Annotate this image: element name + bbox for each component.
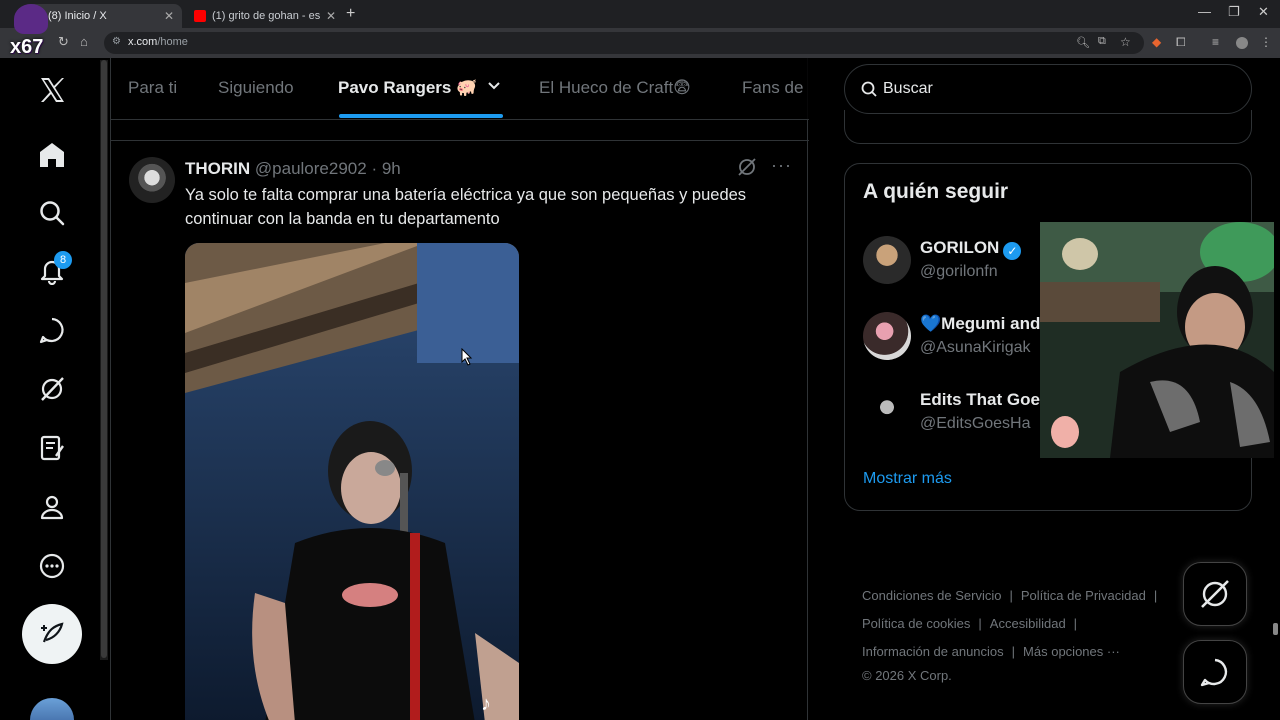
tiktok-logo-icon: ♪ bbox=[481, 693, 491, 715]
tab-close-icon[interactable]: ✕ bbox=[326, 9, 336, 23]
maximize-button[interactable]: ❐ bbox=[1228, 4, 1240, 20]
notification-count-badge: 8 bbox=[54, 251, 72, 269]
tweet-video[interactable]: ♪ bbox=[185, 243, 519, 720]
page-scrollbar[interactable] bbox=[1270, 60, 1280, 720]
home-button-icon[interactable]: ⌂ bbox=[80, 34, 88, 49]
extension-icon[interactable]: ◆ bbox=[1152, 35, 1161, 49]
reload-icon[interactable]: ↻ bbox=[58, 34, 69, 50]
copyright: © 2026 X Corp. bbox=[862, 668, 952, 683]
footer-links: Condiciones de Servicio | Política de Priv… bbox=[862, 588, 1158, 683]
search-placeholder: Buscar bbox=[883, 80, 933, 97]
witch-hat-icon bbox=[14, 4, 48, 34]
suggestion-handle[interactable]: @EditsGoesHa bbox=[920, 415, 1031, 433]
suggestion-name[interactable]: GORILON ✓ bbox=[920, 238, 1022, 260]
who-to-follow-title: A quién seguir bbox=[863, 180, 1009, 203]
tweet-text: Ya solo te falta comprar una batería elé… bbox=[185, 186, 747, 228]
search-icon bbox=[861, 81, 877, 97]
tweet-time[interactable]: · 9h bbox=[371, 159, 400, 178]
badge-text: x67 bbox=[10, 36, 44, 58]
account-avatar[interactable] bbox=[30, 698, 74, 720]
footer-link[interactable]: Accesibilidad bbox=[990, 616, 1066, 631]
profile-icon[interactable] bbox=[32, 487, 72, 527]
grok-icon bbox=[1201, 580, 1229, 608]
tweet-more-icon[interactable]: ··· bbox=[771, 155, 792, 176]
tab-siguiendo[interactable]: Siguiendo bbox=[218, 78, 294, 98]
grok-explain-icon[interactable] bbox=[737, 157, 757, 177]
bookmark-star-icon[interactable]: ☆ bbox=[1120, 35, 1131, 49]
youtube-favicon-icon bbox=[194, 10, 206, 22]
footer-link[interactable]: Política de Privacidad bbox=[1021, 588, 1146, 603]
suggestion-name[interactable]: 💙Megumi and bbox=[920, 314, 1040, 334]
browser-menu-icon[interactable]: ⋮ bbox=[1260, 35, 1272, 49]
grok-floating-button[interactable] bbox=[1183, 562, 1247, 626]
tab-el-hueco-de-craft[interactable]: El Hueco de Craft😨 bbox=[539, 78, 691, 98]
avatar[interactable] bbox=[863, 236, 911, 284]
verified-badge-icon: ✓ bbox=[1003, 242, 1022, 260]
tweet-header: THORIN @paulore2902 · 9h bbox=[185, 159, 401, 179]
tweet-author-avatar[interactable] bbox=[129, 157, 175, 203]
browser-toolbar: ↻ ⌂ ⚙ x.com/home 🔍︎ ⧉ ☆ ◆ ⧠ ≡ ⋮ bbox=[0, 28, 1280, 58]
home-icon[interactable] bbox=[32, 135, 72, 175]
previous-card-bottom bbox=[844, 110, 1252, 144]
x-logo-icon[interactable] bbox=[32, 70, 72, 110]
zoom-icon[interactable]: 🔍︎ bbox=[1076, 36, 1090, 49]
profile-avatar[interactable] bbox=[1236, 37, 1248, 49]
active-tab-indicator bbox=[339, 114, 503, 118]
tab-para-ti[interactable]: Para ti bbox=[128, 78, 177, 98]
footer-link[interactable]: Condiciones de Servicio bbox=[862, 588, 1001, 603]
main-timeline: Para ti Siguiendo Pavo Rangers 🐖 El Huec… bbox=[110, 58, 809, 720]
tab-title: (8) Inicio / X bbox=[48, 10, 107, 22]
tweet[interactable]: THORIN @paulore2902 · 9h ··· Ya solo te … bbox=[111, 140, 809, 720]
lists-icon[interactable] bbox=[32, 428, 72, 468]
tab-close-icon[interactable]: ✕ bbox=[164, 9, 174, 23]
feed-tabs: Para ti Siguiendo Pavo Rangers 🐖 El Huec… bbox=[111, 58, 809, 120]
grok-icon[interactable] bbox=[32, 369, 72, 409]
footer-link[interactable]: Información de anuncios bbox=[862, 644, 1004, 659]
minimize-button[interactable]: — bbox=[1198, 4, 1211, 19]
footer-link[interactable]: Política de cookies bbox=[862, 616, 970, 631]
messages-icon[interactable] bbox=[32, 310, 72, 350]
browser-tab-bar: (8) Inicio / X ✕ (1) grito de gohan - es… bbox=[0, 0, 1280, 28]
search-input[interactable]: Buscar bbox=[844, 64, 1252, 114]
suggestion-handle[interactable]: @AsunaKirigak bbox=[920, 339, 1031, 357]
left-scrollbar[interactable] bbox=[100, 60, 108, 660]
explore-search-icon[interactable] bbox=[32, 193, 72, 233]
messages-floating-button[interactable] bbox=[1183, 640, 1247, 704]
browser-tab-youtube[interactable]: (1) grito de gohan - español es... ✕ bbox=[186, 4, 344, 28]
chevron-down-icon[interactable] bbox=[487, 79, 501, 93]
url-text: x.com/home bbox=[128, 36, 188, 48]
mouse-cursor-icon bbox=[461, 348, 473, 366]
avatar[interactable] bbox=[863, 388, 911, 436]
address-bar[interactable]: ⚙ x.com/home 🔍︎ ⧉ ☆ bbox=[104, 32, 1144, 54]
chat-bubble-icon bbox=[1200, 658, 1228, 687]
install-icon[interactable]: ⧉ bbox=[1098, 35, 1106, 48]
site-info-icon[interactable]: ⚙ bbox=[112, 36, 121, 47]
show-more-link[interactable]: Mostrar más bbox=[863, 470, 952, 488]
webcam-overlay bbox=[1040, 222, 1274, 458]
tab-fans-de[interactable]: Fans de bbox=[742, 78, 803, 98]
new-tab-button[interactable]: + bbox=[346, 5, 355, 23]
footer-link[interactable]: Más opciones ··· bbox=[1023, 644, 1120, 659]
media-control-icon[interactable]: ≡ bbox=[1212, 35, 1219, 49]
post-button[interactable] bbox=[22, 604, 82, 664]
extensions-puzzle-icon[interactable]: ⧠ bbox=[1176, 35, 1186, 50]
suggestion-name[interactable]: Edits That Goe bbox=[920, 390, 1040, 410]
tab-title: (1) grito de gohan - español es... bbox=[212, 10, 320, 22]
tab-pavo-rangers[interactable]: Pavo Rangers 🐖 bbox=[338, 78, 477, 98]
tweet-author-handle[interactable]: @paulore2902 bbox=[255, 159, 367, 178]
streamer-overlay-badge: x67 bbox=[6, 4, 56, 60]
suggestion-handle[interactable]: @gorilonfn bbox=[920, 263, 998, 281]
avatar[interactable] bbox=[863, 312, 911, 360]
close-window-button[interactable]: ✕ bbox=[1258, 4, 1269, 20]
tweet-author-name[interactable]: THORIN bbox=[185, 159, 250, 178]
left-navigation: 8 bbox=[0, 58, 100, 720]
feather-compose-icon bbox=[41, 622, 64, 643]
more-options-icon[interactable] bbox=[32, 546, 72, 586]
